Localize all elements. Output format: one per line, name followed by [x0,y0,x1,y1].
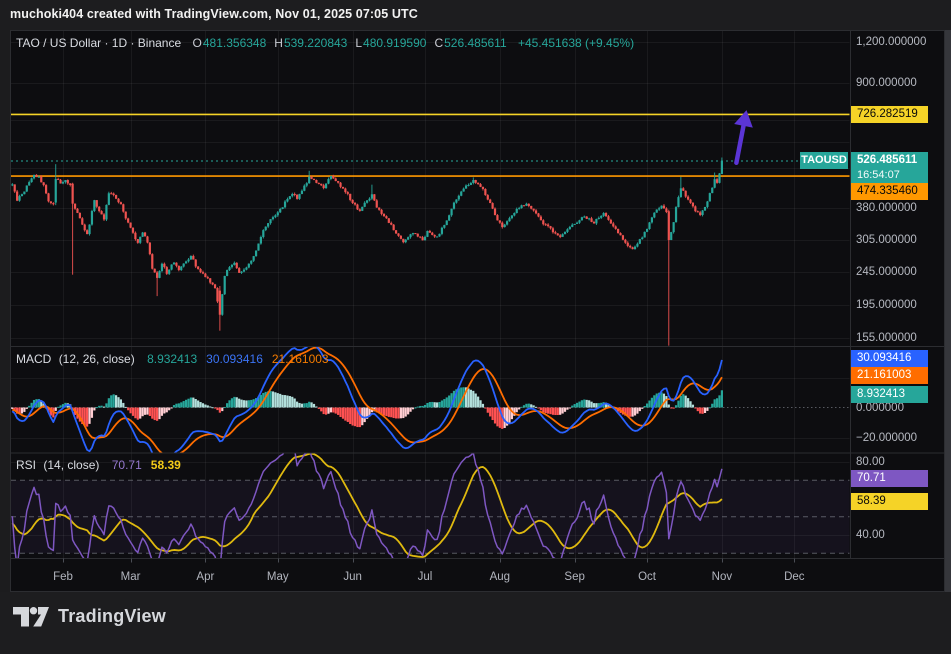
time-axis-month-label: Sep [564,571,584,584]
indicator-value: 21.161003 [272,352,329,366]
price-axis-tick: 380.000000 [856,201,917,215]
time-axis-month-label: Aug [490,571,510,584]
indicator-value: 70.71 [112,458,142,472]
indicator-value: 58.39 [151,458,181,472]
indicator-value: 8.932413 [147,352,197,366]
time-scale-axis[interactable] [10,559,945,592]
rsi-value-badge: 70.71 [851,470,928,487]
resistance-price-badge: 726.282519 [851,106,928,123]
window-edge-strip [945,30,951,592]
macd-legend-values: 8.932413 30.093416 21.161003 [138,352,329,366]
symbol-title[interactable]: TAO / US Dollar · 1D · Binance [16,36,181,50]
ohlc-value: 526.485611 [444,36,507,50]
macd-axis-tick: 0.000000 [856,401,904,415]
ohlc-value: 539.220843 [284,36,347,50]
tradingview-chart-screenshot: muchoki404 created with TradingView.com,… [0,0,951,654]
price-axis-tick: 1,200.000000 [856,35,926,49]
macd-params: (12, 26, close) [59,352,135,366]
rsi-legend-values: 70.71 58.39 [103,458,181,472]
rsi-ma-value-badge: 58.39 [851,493,928,510]
change-value: +45.451638 (+9.45%) [518,36,634,50]
macd-signal-value-badge: 21.161003 [851,367,928,384]
ohlc-value: 480.919590 [363,36,426,50]
bar-countdown: 16:54:07 [857,169,928,182]
time-axis-month-label: Dec [784,571,804,584]
macd-axis-tick: −20.000000 [856,431,917,445]
price-axis-tick: 245.000000 [856,265,917,279]
macd-hist-value-badge: 8.932413 [851,386,928,403]
time-axis-month-label: Oct [638,571,656,584]
rsi-title: RSI [16,458,36,472]
rsi-params: (14, close) [43,458,99,472]
last-price-value: 526.485611 [857,152,928,169]
indicator-value: 30.093416 [206,352,263,366]
ohlc-letter: O [193,36,202,50]
price-axis-tick: 305.000000 [856,233,917,247]
ohlc-value: 481.356348 [203,36,266,50]
rsi-axis-tick: 40.00 [856,528,885,542]
tradingview-logo-icon [13,607,49,627]
price-axis-tick: 195.000000 [856,298,917,312]
ohlc-letter: C [434,36,443,50]
macd-line-value-badge: 30.093416 [851,350,928,367]
ohlc-values: O481.356348 H539.220843 L480.919590 C526.48… [185,36,507,50]
ohlc-letter: H [274,36,283,50]
time-axis-month-label: Nov [712,571,732,584]
watermark-text: muchoki404 created with TradingView.com,… [10,7,418,21]
tradingview-logo[interactable]: TradingView [13,606,166,627]
footer-bar: TradingView [0,592,951,654]
time-axis-month-label: Jul [418,571,433,584]
last-price-badge: 526.485611 16:54:07 [851,152,928,183]
macd-legend[interactable]: MACD (12, 26, close) 8.932413 30.093416 21… [16,352,329,366]
time-axis-month-label: May [267,571,289,584]
tradingview-logo-text: TradingView [58,606,166,627]
macd-title: MACD [16,352,51,366]
watermark-bar: muchoki404 created with TradingView.com,… [0,0,951,30]
time-axis-month-label: Jun [343,571,362,584]
rsi-axis-tick: 80.00 [856,455,885,469]
time-axis-month-label: Mar [121,571,141,584]
price-axis-tick: 900.000000 [856,76,917,90]
price-chart-canvas[interactable] [0,0,951,654]
rsi-legend[interactable]: RSI (14, close) 70.71 58.39 [16,458,181,472]
support-price-badge: 474.335460 [851,183,928,200]
price-axis-tick: 155.000000 [856,331,917,345]
time-axis-month-label: Feb [53,571,73,584]
main-legend[interactable]: TAO / US Dollar · 1D · Binance O481.3563… [16,36,634,50]
time-axis-month-label: Apr [196,571,214,584]
ohlc-letter: L [355,36,362,50]
symbol-label-badge: TAOUSD [800,152,848,169]
